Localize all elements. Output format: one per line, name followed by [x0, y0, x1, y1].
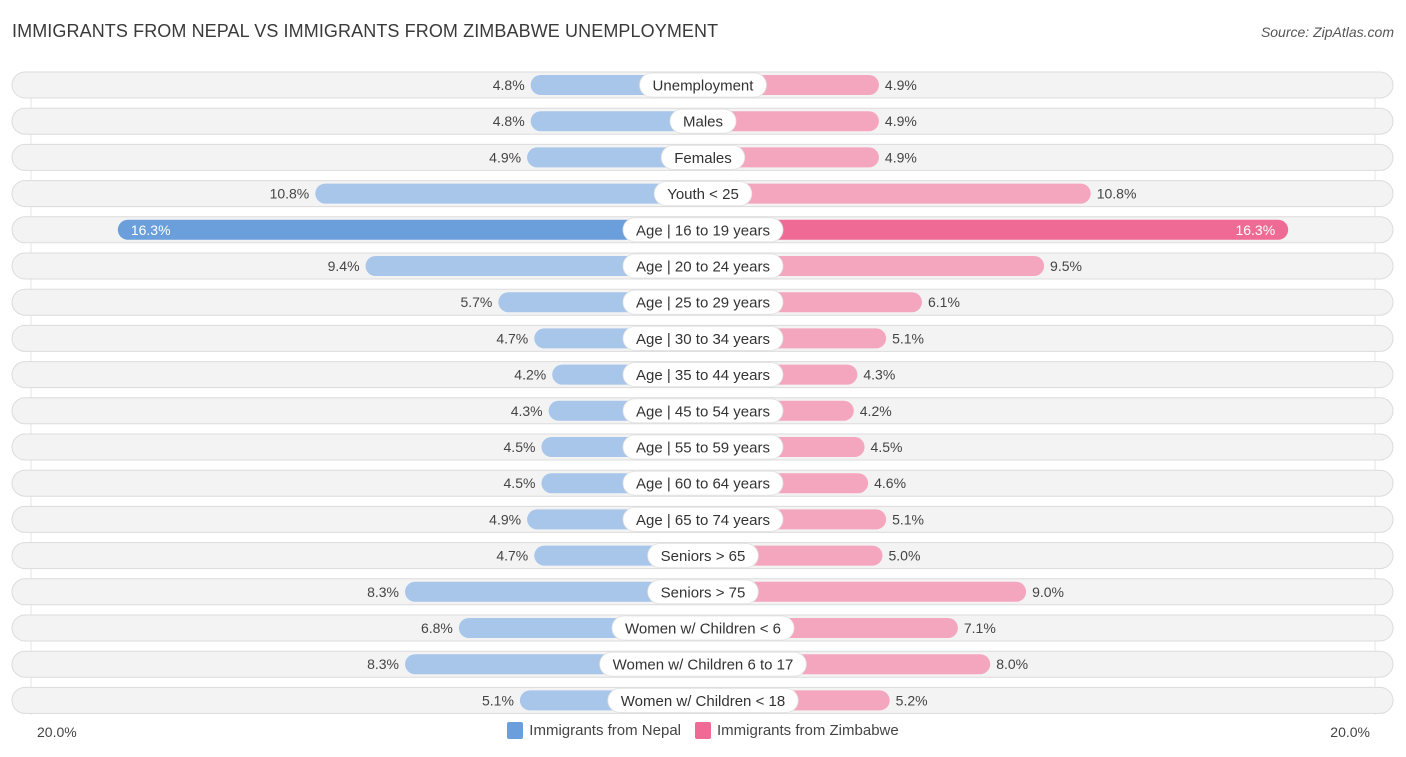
value-label-zimbabwe: 4.3% — [863, 367, 895, 383]
legend: Immigrants from Nepal Immigrants from Zi… — [0, 722, 1406, 739]
legend-swatch-nepal — [507, 722, 524, 739]
value-label-nepal: 5.7% — [460, 294, 492, 310]
category-label: Women w/ Children < 18 — [621, 693, 785, 710]
value-label-nepal: 4.2% — [514, 367, 546, 383]
value-label-zimbabwe: 9.5% — [1050, 258, 1082, 274]
value-label-nepal: 4.9% — [489, 149, 521, 165]
legend-swatch-zimbabwe — [695, 722, 711, 739]
category-label: Age | 65 to 74 years — [636, 512, 770, 529]
value-label-nepal: 4.5% — [504, 439, 536, 455]
value-label-zimbabwe: 4.9% — [885, 113, 917, 129]
category-label: Age | 20 to 24 years — [636, 259, 770, 276]
value-label-zimbabwe: 16.3% — [1235, 222, 1275, 238]
value-label-nepal: 4.3% — [511, 403, 543, 419]
category-label: Males — [683, 114, 723, 131]
category-label: Unemployment — [653, 78, 755, 95]
value-label-zimbabwe: 4.9% — [885, 149, 917, 165]
value-label-nepal: 10.8% — [270, 186, 310, 202]
value-label-zimbabwe: 4.9% — [885, 77, 917, 93]
value-label-nepal: 4.7% — [496, 330, 528, 346]
value-label-nepal: 9.4% — [328, 258, 360, 274]
legend-item-nepal[interactable]: Immigrants from Nepal — [507, 722, 681, 739]
value-label-nepal: 4.5% — [504, 475, 536, 491]
value-label-zimbabwe: 10.8% — [1097, 186, 1137, 202]
value-label-zimbabwe: 4.5% — [871, 439, 903, 455]
value-label-zimbabwe: 5.1% — [892, 511, 924, 527]
category-label: Age | 55 to 59 years — [636, 440, 770, 457]
value-label-zimbabwe: 4.2% — [860, 403, 892, 419]
legend-label-nepal: Immigrants from Nepal — [529, 722, 681, 739]
category-label: Age | 35 to 44 years — [636, 367, 770, 384]
category-label: Seniors > 75 — [661, 584, 746, 601]
value-label-zimbabwe: 5.2% — [896, 692, 928, 708]
value-label-nepal: 8.3% — [367, 656, 399, 672]
value-label-zimbabwe: 9.0% — [1032, 584, 1064, 600]
value-label-nepal: 6.8% — [421, 620, 453, 636]
bar-nepal — [315, 183, 703, 204]
value-label-nepal: 5.1% — [482, 692, 514, 708]
category-label: Women w/ Children 6 to 17 — [613, 657, 794, 674]
chart-canvas: 4.8% 4.9% Unemployment 4.8% 4.9% Males 4.9% 4.9… — [11, 71, 1394, 715]
value-label-zimbabwe: 7.1% — [964, 620, 996, 636]
value-label-zimbabwe: 5.1% — [892, 330, 924, 346]
value-label-zimbabwe: 5.0% — [889, 548, 921, 564]
value-label-zimbabwe: 6.1% — [928, 294, 960, 310]
legend-item-zimbabwe[interactable]: Immigrants from Zimbabwe — [695, 722, 899, 739]
value-label-nepal: 16.3% — [131, 222, 171, 238]
category-label: Age | 60 to 64 years — [636, 476, 770, 493]
value-label-nepal: 4.9% — [489, 511, 521, 527]
value-label-nepal: 4.8% — [493, 77, 525, 93]
value-label-zimbabwe: 8.0% — [996, 656, 1028, 672]
category-label: Age | 16 to 19 years — [636, 222, 770, 239]
bar-zimbabwe — [703, 219, 1289, 240]
value-label-zimbabwe: 4.6% — [874, 475, 906, 491]
value-label-nepal: 8.3% — [367, 584, 399, 600]
category-label: Age | 45 to 54 years — [636, 403, 770, 420]
category-label: Age | 30 to 34 years — [636, 331, 770, 348]
category-label: Youth < 25 — [667, 186, 739, 203]
value-label-nepal: 4.8% — [493, 113, 525, 129]
legend-label-zimbabwe: Immigrants from Zimbabwe — [717, 722, 899, 739]
category-label: Seniors > 65 — [661, 548, 746, 565]
bar-nepal — [117, 219, 703, 240]
bar-zimbabwe — [703, 183, 1091, 204]
value-label-nepal: 4.7% — [496, 548, 528, 564]
category-label: Females — [674, 150, 732, 167]
category-label: Women w/ Children < 6 — [625, 621, 781, 638]
category-label: Age | 25 to 29 years — [636, 295, 770, 312]
